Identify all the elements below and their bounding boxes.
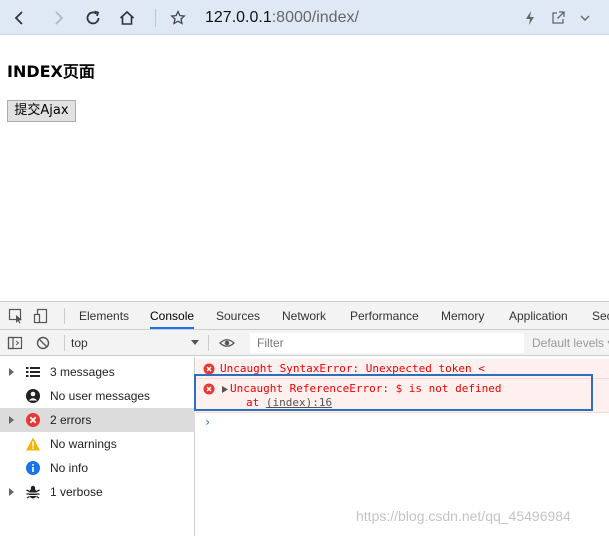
console-error-message[interactable]: Uncaught ReferenceError: $ is not define… bbox=[196, 379, 609, 413]
console-prompt-icon[interactable]: › bbox=[204, 415, 211, 429]
watermark: https://blog.csdn.net/qq_45496984 bbox=[356, 508, 571, 524]
expand-arrow-icon[interactable] bbox=[222, 386, 228, 393]
device-toolbar-icon[interactable] bbox=[33, 308, 49, 324]
home-icon bbox=[119, 10, 135, 25]
list-icon bbox=[26, 367, 40, 377]
page-title: INDEX页面 bbox=[7, 62, 95, 81]
sidebar-item-label: 1 verbose bbox=[50, 485, 103, 499]
tab-application[interactable]: Application bbox=[509, 302, 568, 330]
sidebar-item-verbose[interactable]: 1 verbose bbox=[0, 480, 195, 504]
toolbar-divider bbox=[64, 335, 65, 351]
sidebar-item-errors[interactable]: 2 errors bbox=[0, 408, 195, 432]
tab-sources[interactable]: Sources bbox=[216, 302, 260, 330]
eye-icon[interactable] bbox=[219, 335, 235, 351]
stack-trace-prefix: at bbox=[246, 396, 266, 409]
tab-network[interactable]: Network bbox=[282, 302, 326, 330]
sidebar-item-label: 2 errors bbox=[50, 413, 92, 427]
reload-icon bbox=[86, 10, 100, 24]
sidebar-item-messages[interactable]: 3 messages bbox=[0, 360, 195, 384]
stack-trace-line: at (index):16 bbox=[246, 396, 332, 409]
bug-icon bbox=[26, 485, 40, 499]
error-text: Uncaught ReferenceError: $ is not define… bbox=[230, 382, 502, 395]
user-icon bbox=[26, 389, 40, 403]
clear-console-icon[interactable] bbox=[35, 335, 51, 351]
toolbar-divider bbox=[155, 9, 156, 27]
forward-button[interactable] bbox=[43, 0, 73, 35]
forward-arrow-icon bbox=[55, 10, 64, 25]
log-levels-dropdown[interactable]: Default levels ▾ bbox=[532, 330, 609, 356]
sidebar-item-label: No info bbox=[50, 461, 89, 475]
error-icon bbox=[26, 413, 40, 427]
share-button[interactable] bbox=[543, 0, 573, 35]
context-selector[interactable]: top bbox=[71, 330, 88, 356]
lightning-icon bbox=[526, 10, 534, 25]
tab-divider bbox=[64, 308, 65, 324]
info-icon bbox=[26, 461, 40, 475]
tab-console[interactable]: Console bbox=[150, 302, 195, 329]
context-dropdown-arrow-icon[interactable] bbox=[191, 340, 199, 345]
toolbar-divider bbox=[208, 335, 209, 351]
reload-button[interactable] bbox=[78, 0, 108, 35]
home-button[interactable] bbox=[112, 0, 142, 35]
filter-input[interactable] bbox=[250, 333, 524, 353]
error-icon bbox=[203, 363, 215, 375]
sidebar-item-user-messages[interactable]: No user messages bbox=[0, 384, 195, 408]
sidebar-item-info[interactable]: No info bbox=[0, 456, 195, 480]
devtools-tabbar: Elements Console Sources Network Perform… bbox=[0, 302, 609, 330]
lightning-button[interactable] bbox=[515, 0, 545, 35]
tab-security[interactable]: Sec bbox=[592, 302, 609, 330]
menu-dropdown-button[interactable] bbox=[570, 0, 600, 35]
sidebar-item-label: No user messages bbox=[50, 389, 151, 403]
tab-memory[interactable]: Memory bbox=[441, 302, 484, 330]
share-icon bbox=[552, 10, 565, 24]
console-sidebar: 3 messages No user messages 2 errors No … bbox=[0, 357, 195, 536]
expand-arrow-icon[interactable] bbox=[9, 368, 14, 376]
source-link[interactable]: (index):16 bbox=[266, 396, 332, 409]
chevron-down-icon bbox=[580, 15, 590, 21]
star-icon bbox=[170, 9, 186, 25]
browser-toolbar: 127.0.0.1:8000/index/ bbox=[0, 0, 609, 35]
url-host: 127.0.0.1 bbox=[205, 9, 272, 26]
address-bar[interactable]: 127.0.0.1:8000/index/ bbox=[205, 0, 359, 35]
tab-elements[interactable]: Elements bbox=[79, 302, 129, 330]
sidebar-toggle-icon[interactable] bbox=[7, 335, 23, 351]
expand-arrow-icon[interactable] bbox=[9, 416, 14, 424]
inspect-element-icon[interactable] bbox=[8, 308, 24, 324]
console-toolbar: top Default levels ▾ bbox=[0, 330, 609, 356]
expand-arrow-icon[interactable] bbox=[9, 488, 14, 496]
error-text: Uncaught SyntaxError: Unexpected token < bbox=[220, 362, 485, 375]
devtools-panel: Elements Console Sources Network Perform… bbox=[0, 301, 609, 536]
sidebar-item-label: 3 messages bbox=[50, 365, 115, 379]
bookmark-button[interactable] bbox=[163, 0, 193, 35]
tab-performance[interactable]: Performance bbox=[350, 302, 419, 330]
submit-ajax-button[interactable]: 提交Ajax bbox=[7, 100, 76, 122]
error-icon bbox=[203, 383, 215, 395]
sidebar-item-label: No warnings bbox=[50, 437, 117, 451]
back-arrow-icon bbox=[14, 10, 23, 25]
back-button[interactable] bbox=[5, 0, 35, 35]
console-error-message[interactable]: Uncaught SyntaxError: Unexpected token < bbox=[196, 359, 609, 379]
url-path: :8000/index/ bbox=[271, 9, 359, 26]
sidebar-item-warnings[interactable]: No warnings bbox=[0, 432, 195, 456]
warning-icon bbox=[26, 437, 40, 451]
